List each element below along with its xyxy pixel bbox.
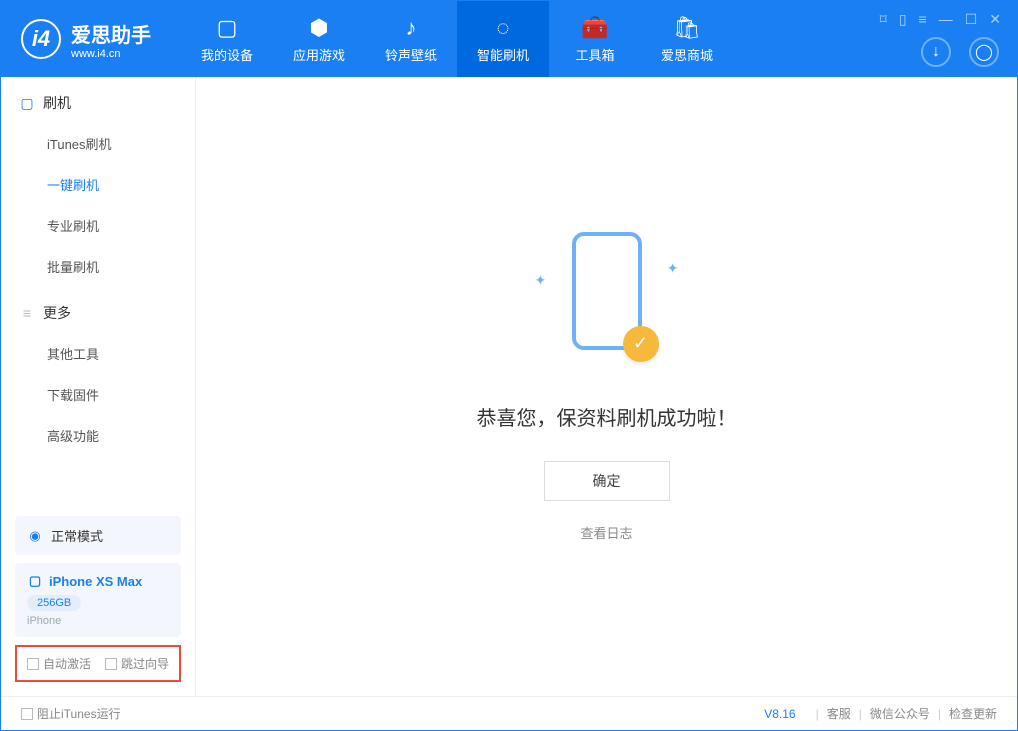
sidebar-item-itunes-flash[interactable]: iTunes刷机 [1,123,195,164]
mode-status[interactable]: ◉ 正常模式 [15,516,181,555]
checkbox-skip-guide[interactable]: 跳过向导 [105,655,169,672]
success-message: 恭喜您，保资料刷机成功啦！ [477,402,737,431]
sidebar-item-advanced[interactable]: 高级功能 [1,415,195,456]
check-badge-icon: ✓ [623,326,659,362]
device-name: iPhone XS Max [49,574,142,589]
checkbox-icon [105,658,117,670]
device-icon: ▢ [217,15,238,41]
list-icon: ≡ [19,305,35,321]
tab-label: 工具箱 [575,45,614,64]
main-content: ✦ ✦ ✓ 恭喜您，保资料刷机成功啦！ 确定 查看日志 [196,77,1017,696]
app-window: i4 爱思助手 www.i4.cn ▢ 我的设备 ⬢ 应用游戏 ♪ 铃声壁纸 ◌… [0,0,1018,731]
mode-label: 正常模式 [51,526,103,545]
options-highlighted: 自动激活 跳过向导 [15,645,181,682]
device-name-row: ▢ iPhone XS Max [27,573,169,589]
checkbox-auto-activate[interactable]: 自动激活 [27,655,91,672]
toolbox-icon: 🧰 [581,15,608,41]
sidebar-item-batch-flash[interactable]: 批量刷机 [1,246,195,287]
sidebar: ▢ 刷机 iTunes刷机 一键刷机 专业刷机 批量刷机 ≡ 更多 其他工具 下… [1,77,196,696]
tab-label: 铃声壁纸 [385,45,437,64]
tab-toolbox[interactable]: 🧰 工具箱 [549,1,641,77]
phone-icon: ▢ [19,95,35,111]
tab-smart-flash[interactable]: ◌ 智能刷机 [457,1,549,77]
tab-bar: ▢ 我的设备 ⬢ 应用游戏 ♪ 铃声壁纸 ◌ 智能刷机 🧰 工具箱 🛍 爱思商城 [181,1,733,77]
section-title: 更多 [43,303,71,323]
menu-icon[interactable]: ≡ [919,11,927,28]
footer-link-update[interactable]: 检查更新 [949,705,997,722]
version-label: V8.16 [764,707,795,721]
footer-right: V8.16 | 客服 | 微信公众号 | 检查更新 [764,705,997,722]
footer-left: 阻止iTunes运行 [21,705,121,722]
maximize-icon[interactable]: ☐ [965,11,978,28]
tab-label: 智能刷机 [477,45,529,64]
shirt-icon[interactable]: ⌑ [880,11,887,28]
sparkle-icon: ✦ [667,260,679,277]
app-title: 爱思助手 [71,19,151,48]
footer: 阻止iTunes运行 V8.16 | 客服 | 微信公众号 | 检查更新 [1,696,1017,730]
checkbox-icon [21,708,33,720]
minimize-icon[interactable]: — [939,11,953,28]
checkbox-block-itunes[interactable]: 阻止iTunes运行 [21,705,121,722]
window-controls: ⌑ ▯ ≡ — ☐ ✕ [880,11,1001,28]
tab-ringtones-wallpapers[interactable]: ♪ 铃声壁纸 [365,1,457,77]
download-button[interactable]: ↓ [921,37,951,67]
checkbox-label: 阻止iTunes运行 [37,705,121,722]
book-icon[interactable]: ▯ [899,11,907,28]
music-icon: ♪ [406,15,417,41]
checkbox-icon [27,658,39,670]
ok-button[interactable]: 确定 [544,461,670,501]
tab-store[interactable]: 🛍 爱思商城 [641,1,733,77]
device-capacity: 256GB [27,595,81,611]
logo-text: 爱思助手 www.i4.cn [71,19,151,60]
sidebar-section-more: ≡ 更多 [1,287,195,333]
sidebar-item-oneclick-flash[interactable]: 一键刷机 [1,164,195,205]
tab-apps-games[interactable]: ⬢ 应用游戏 [273,1,365,77]
sidebar-item-download-firmware[interactable]: 下载固件 [1,374,195,415]
close-icon[interactable]: ✕ [989,11,1001,28]
header: i4 爱思助手 www.i4.cn ▢ 我的设备 ⬢ 应用游戏 ♪ 铃声壁纸 ◌… [1,1,1017,77]
footer-link-service[interactable]: 客服 [827,705,851,722]
phone-icon: ▢ [27,573,43,589]
sidebar-item-other-tools[interactable]: 其他工具 [1,333,195,374]
app-subtitle: www.i4.cn [71,48,151,60]
device-type: iPhone [27,615,169,627]
tab-my-device[interactable]: ▢ 我的设备 [181,1,273,77]
checkbox-label: 自动激活 [43,655,91,672]
body: ▢ 刷机 iTunes刷机 一键刷机 专业刷机 批量刷机 ≡ 更多 其他工具 下… [1,77,1017,696]
view-log-link[interactable]: 查看日志 [580,523,632,542]
tab-label: 我的设备 [201,45,253,64]
sparkle-icon: ✦ [535,272,547,289]
section-title: 刷机 [43,93,71,113]
device-info[interactable]: ▢ iPhone XS Max 256GB iPhone [15,563,181,637]
cube-icon: ⬢ [309,15,328,41]
tab-label: 应用游戏 [293,45,345,64]
logo-area: i4 爱思助手 www.i4.cn [21,19,151,60]
tab-label: 爱思商城 [661,45,713,64]
sidebar-item-pro-flash[interactable]: 专业刷机 [1,205,195,246]
sidebar-section-flash: ▢ 刷机 [1,77,195,123]
success-illustration: ✦ ✦ ✓ [517,232,697,372]
bag-icon: 🛍 [673,15,701,41]
mode-icon: ◉ [27,528,43,544]
logo-icon: i4 [21,19,61,59]
checkbox-label: 跳过向导 [121,655,169,672]
header-actions: ↓ ◯ [921,37,999,67]
account-button[interactable]: ◯ [969,37,999,67]
footer-link-wechat[interactable]: 微信公众号 [870,705,930,722]
refresh-icon: ◌ [496,15,509,41]
